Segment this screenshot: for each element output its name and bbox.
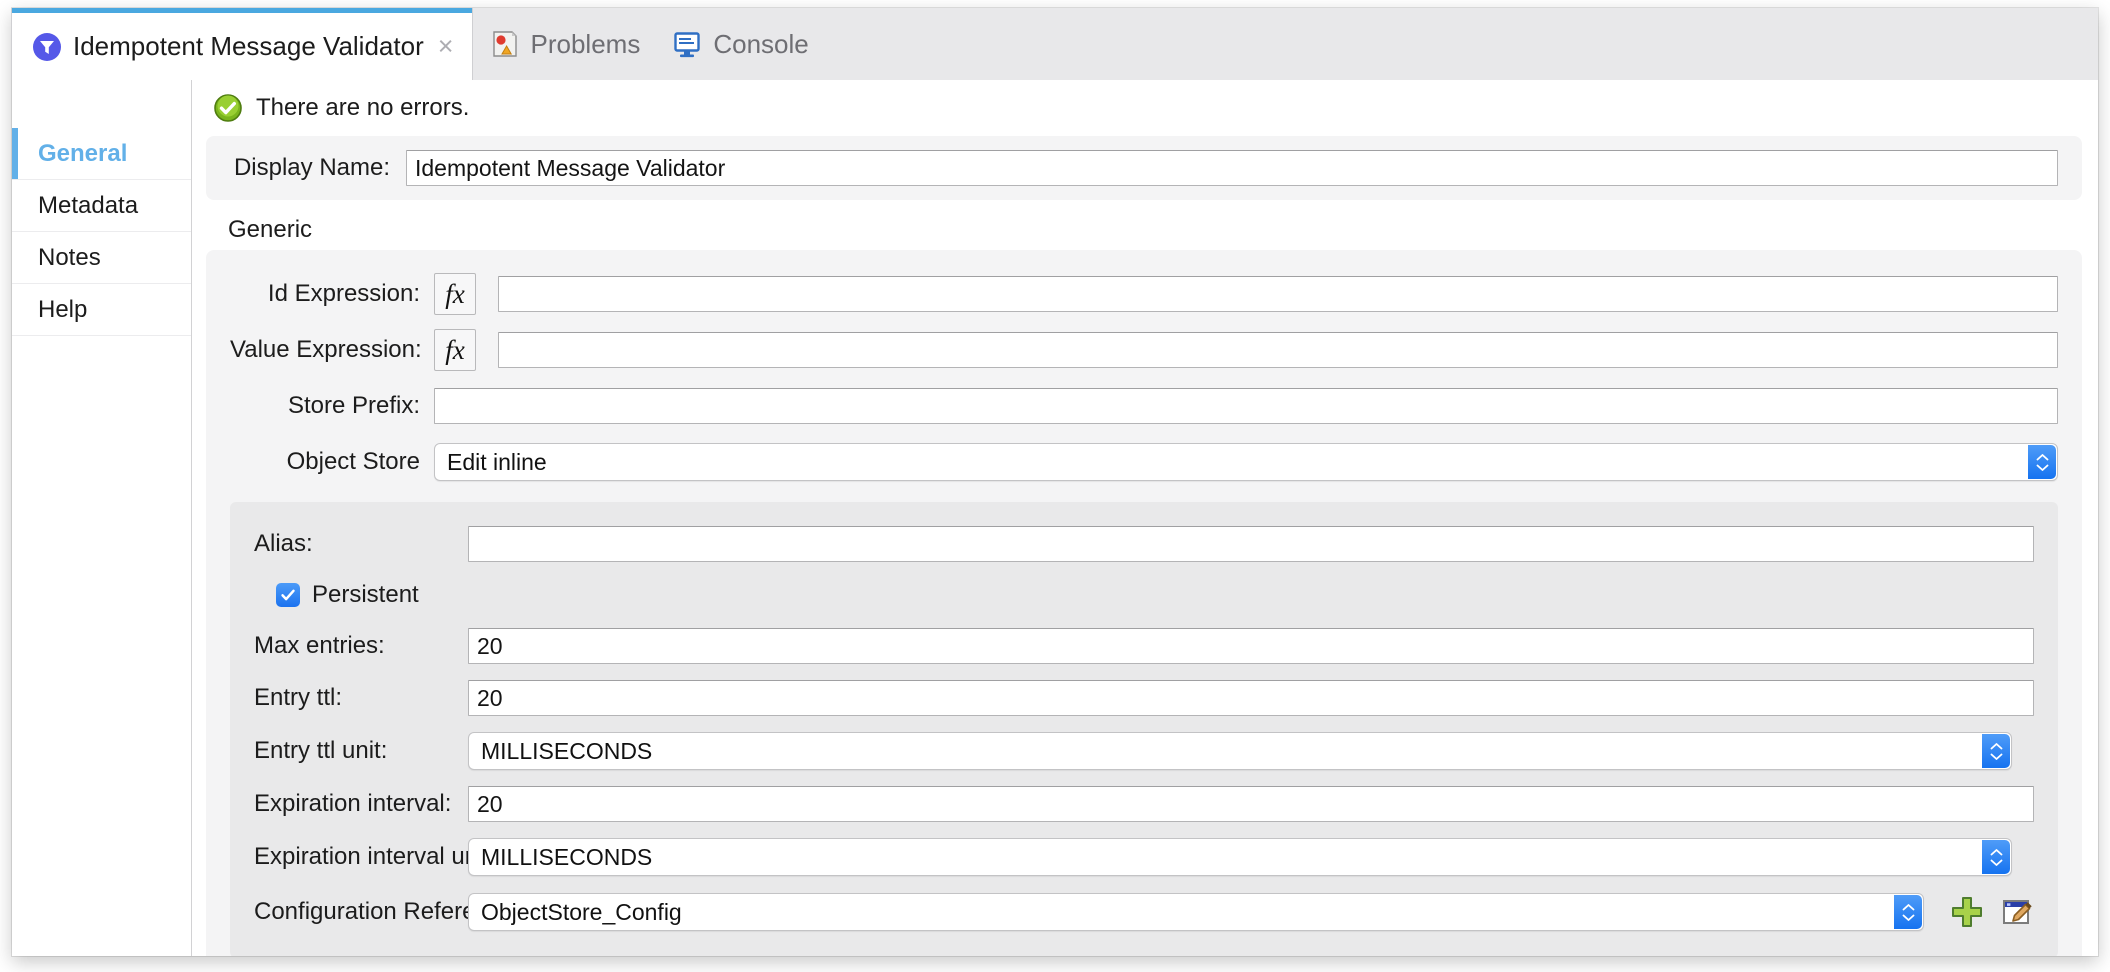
entry-ttl-input[interactable]: 20: [468, 680, 2034, 716]
sidebar-item-notes[interactable]: Notes: [12, 232, 191, 284]
max-entries-row: Max entries: 20: [254, 620, 2034, 672]
chevron-updown-icon[interactable]: [2028, 445, 2056, 479]
value-expression-fx-button[interactable]: fx: [434, 329, 476, 371]
problems-icon: [490, 29, 520, 59]
funnel-icon: [32, 32, 62, 62]
tab-problems[interactable]: Problems: [472, 8, 655, 80]
persistent-checkbox[interactable]: [276, 583, 300, 607]
expiration-interval-row: Expiration interval: 20: [254, 778, 2034, 830]
sidebar-item-metadata[interactable]: Metadata: [12, 180, 191, 232]
display-name-input[interactable]: Idempotent Message Validator: [406, 150, 2058, 186]
close-icon[interactable]: ×: [438, 33, 454, 60]
object-store-row: Object Store Edit inline: [230, 434, 2058, 490]
tab-label: Idempotent Message Validator: [73, 31, 424, 62]
value-expression-input[interactable]: [498, 332, 2058, 368]
add-plus-icon[interactable]: [1950, 895, 1984, 929]
alias-input[interactable]: [468, 526, 2034, 562]
persistent-row: Persistent: [254, 570, 2034, 620]
sidebar-item-label: Metadata: [38, 192, 138, 220]
sidebar-item-label: Notes: [38, 244, 101, 272]
tab-console[interactable]: Console: [654, 8, 822, 80]
expiration-interval-input[interactable]: 20: [468, 786, 2034, 822]
sidebar-item-help[interactable]: Help: [12, 284, 191, 336]
store-prefix-input[interactable]: [434, 388, 2058, 424]
alias-row: Alias:: [254, 518, 2034, 570]
tab-label: Console: [713, 29, 808, 60]
object-store-select-value: Edit inline: [447, 449, 547, 476]
generic-group-label: Generic: [206, 216, 2082, 244]
alias-label: Alias:: [254, 530, 454, 558]
persistent-label: Persistent: [312, 581, 419, 609]
entry-ttl-label: Entry ttl:: [254, 684, 454, 712]
expiration-interval-label: Expiration interval:: [254, 790, 454, 818]
value-expression-label: Value Expression:: [230, 336, 420, 364]
generic-group: Generic Id Expression: fx Value Expressi…: [206, 216, 2082, 956]
expiration-interval-unit-label: Expiration interval unit:: [254, 843, 454, 871]
validation-status: There are no errors.: [206, 80, 2082, 136]
edit-pencil-icon[interactable]: [2000, 895, 2034, 929]
configuration-reference-label: Configuration Reference:: [254, 898, 454, 926]
configuration-reference-row: Configuration Reference: ObjectStore_Con…: [254, 884, 2034, 940]
id-expression-row: Id Expression: fx: [230, 266, 2058, 322]
id-expression-fx-button[interactable]: fx: [434, 273, 476, 315]
success-check-icon: [214, 94, 242, 122]
object-store-select[interactable]: Edit inline: [434, 443, 2058, 481]
chevron-updown-icon[interactable]: [1982, 734, 2010, 768]
object-store-label: Object Store: [230, 448, 420, 476]
entry-ttl-unit-value: MILLISECONDS: [481, 738, 652, 765]
store-prefix-row: Store Prefix:: [230, 378, 2058, 434]
display-name-label: Display Name:: [230, 154, 390, 182]
editor-body: General Metadata Notes Help: [12, 80, 2098, 956]
sidebar-item-general[interactable]: General: [12, 128, 191, 180]
sidebar-item-label: Help: [38, 296, 87, 324]
tab-idempotent-message-validator[interactable]: Idempotent Message Validator ×: [12, 8, 472, 80]
max-entries-label: Max entries:: [254, 632, 454, 660]
entry-ttl-unit-label: Entry ttl unit:: [254, 737, 454, 765]
expiration-interval-unit-row: Expiration interval unit: MILLISECONDS: [254, 830, 2034, 884]
entry-ttl-unit-row: Entry ttl unit: MILLISECONDS: [254, 724, 2034, 778]
chevron-updown-icon[interactable]: [1894, 895, 1922, 929]
settings-sidebar: General Metadata Notes Help: [12, 80, 192, 956]
display-name-row: Display Name: Idempotent Message Validat…: [230, 146, 2058, 190]
store-prefix-label: Store Prefix:: [230, 392, 420, 420]
id-expression-label: Id Expression:: [230, 280, 420, 308]
status-text: There are no errors.: [256, 94, 469, 122]
expiration-interval-unit-value: MILLISECONDS: [481, 844, 652, 871]
value-expression-row: Value Expression: fx: [230, 322, 2058, 378]
editor-window: Idempotent Message Validator × Problems: [12, 8, 2098, 956]
entry-ttl-row: Entry ttl: 20: [254, 672, 2034, 724]
chevron-updown-icon[interactable]: [1982, 840, 2010, 874]
display-name-card: Display Name: Idempotent Message Validat…: [206, 136, 2082, 200]
id-expression-input[interactable]: [498, 276, 2058, 312]
expiration-interval-unit-select[interactable]: MILLISECONDS: [468, 838, 2012, 876]
configuration-reference-select[interactable]: ObjectStore_Config: [468, 893, 1924, 931]
tab-bar: Idempotent Message Validator × Problems: [12, 8, 2098, 80]
entry-ttl-unit-select[interactable]: MILLISECONDS: [468, 732, 2012, 770]
sidebar-item-label: General: [38, 140, 127, 168]
max-entries-input[interactable]: 20: [468, 628, 2034, 664]
configuration-reference-value: ObjectStore_Config: [481, 899, 682, 926]
screenshot-root: Idempotent Message Validator × Problems: [0, 0, 2110, 972]
object-store-inline-panel: Alias: Persistent: [230, 502, 2058, 956]
settings-content: There are no errors. Display Name: Idemp…: [192, 80, 2098, 956]
tab-label: Problems: [531, 29, 641, 60]
console-icon: [672, 29, 702, 59]
generic-card: Id Expression: fx Value Expression: fx S…: [206, 250, 2082, 956]
